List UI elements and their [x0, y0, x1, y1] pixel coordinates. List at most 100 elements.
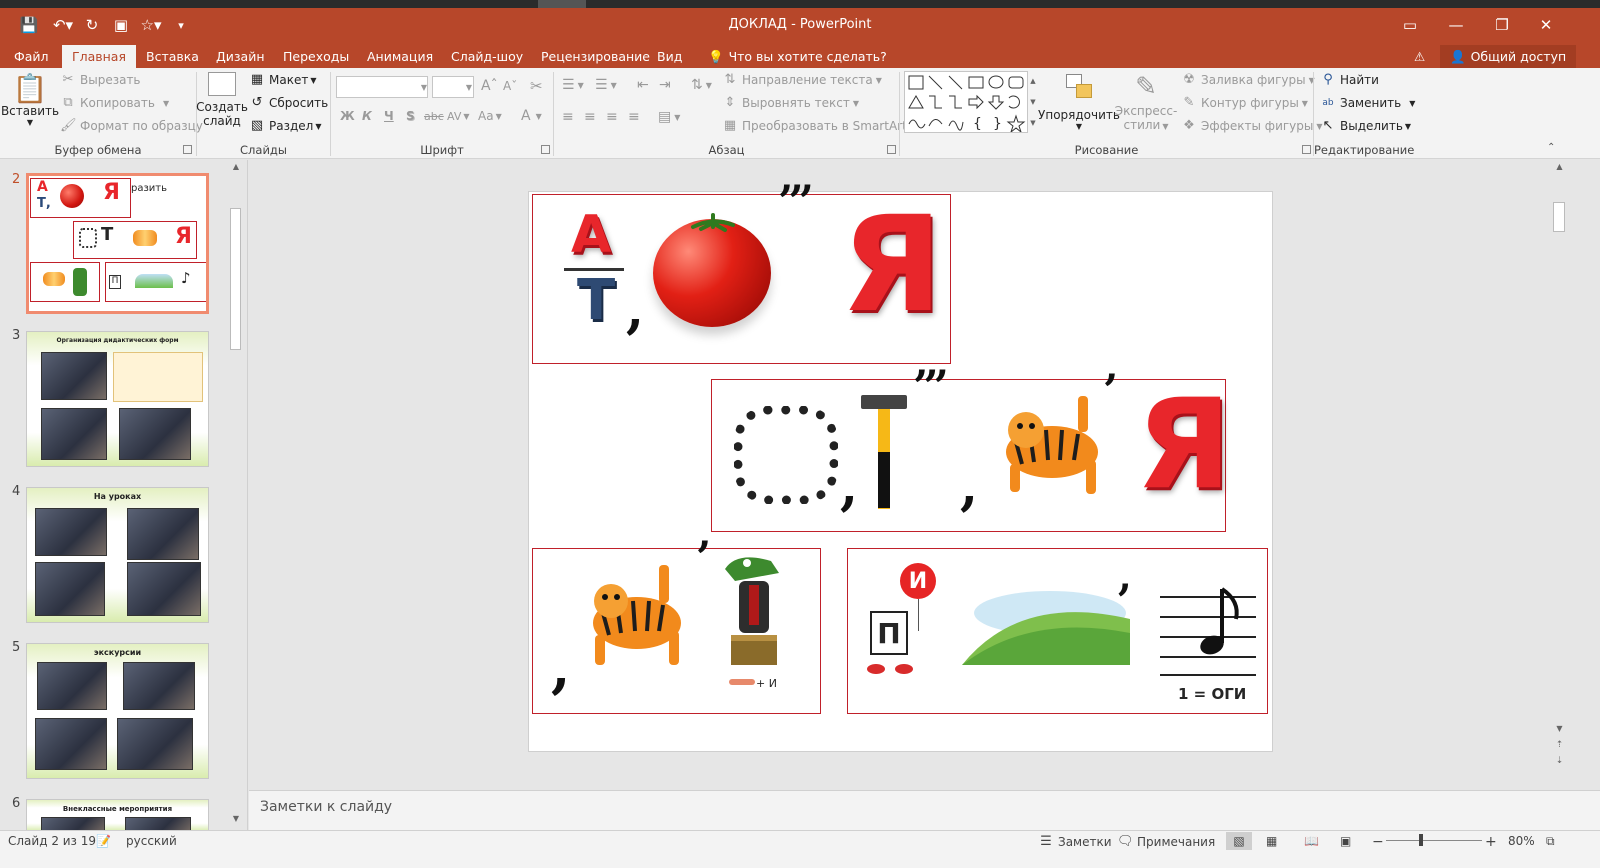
font-launcher-icon[interactable] — [541, 145, 550, 154]
picture-box-1[interactable]: А Т , ʼʼʼ Я — [532, 177, 951, 364]
share-button[interactable]: 👤 Общий доступ — [1440, 45, 1577, 68]
new-slide-button[interactable]: Создать слайд — [196, 72, 248, 140]
thumbnails-scrollbar[interactable]: ▲ ▼ — [228, 160, 244, 832]
font-color-button[interactable]: A ▼ — [521, 108, 542, 124]
chevron-down-icon[interactable]: ▼ — [1553, 724, 1566, 733]
char-spacing-button[interactable]: AV ▼ — [447, 110, 470, 123]
font-grow-icon[interactable]: Aˆ — [481, 78, 498, 94]
tab-transitions[interactable]: Переходы — [273, 45, 359, 68]
slide-sorter-icon[interactable]: ▦ — [1266, 834, 1277, 848]
reading-view-icon[interactable]: 📖 — [1304, 834, 1319, 848]
align-left-icon[interactable]: ≡ — [562, 109, 574, 125]
cut-button[interactable]: ✂ Вырезать — [60, 72, 141, 88]
format-painter-button[interactable]: 🖌 Формат по образцу — [60, 118, 203, 134]
ribbon-display-icon[interactable]: ▭ — [1390, 12, 1430, 38]
paste-button[interactable]: 📋 Вставить ▼ — [1, 74, 59, 134]
drawing-launcher-icon[interactable] — [1302, 145, 1311, 154]
slide-canvas[interactable]: А Т , ʼʼʼ Я , ʼʼʼ , ʼ Я , ʼ + И И П , 1 … — [528, 177, 1273, 752]
close-button[interactable]: ✕ — [1526, 12, 1566, 38]
chevron-up-icon[interactable]: ▲ — [230, 162, 242, 171]
find-button[interactable]: ⚲ Найти — [1320, 72, 1379, 88]
strikethrough-button[interactable]: abc — [424, 110, 444, 123]
zoom-in-button[interactable]: + — [1485, 834, 1497, 850]
tab-review[interactable]: Рецензирование — [531, 45, 660, 68]
editor-scrollbar[interactable]: ▲ ▼ ⇡ ⇣ — [1551, 160, 1568, 790]
shape-fill-button[interactable]: ☢ Заливка фигуры ▼ — [1181, 72, 1315, 88]
collapse-ribbon-icon[interactable]: ⌃ — [1547, 142, 1555, 153]
thumbnail-slide-5[interactable]: экскурсии — [26, 643, 209, 779]
clear-format-icon[interactable]: ✂ — [530, 77, 543, 95]
next-slide-icon[interactable]: ⇣ — [1553, 756, 1566, 766]
tab-insert[interactable]: Вставка — [136, 45, 209, 68]
maximize-button[interactable]: ❐ — [1482, 12, 1522, 38]
chevron-up-icon[interactable]: ▲ — [1553, 162, 1566, 171]
slideshow-view-icon[interactable]: ▣ — [1340, 834, 1351, 848]
font-name-box[interactable] — [336, 76, 428, 98]
section-button[interactable]: ▧ Раздел ▼ — [249, 118, 322, 134]
decrease-indent-icon[interactable]: ⇤ — [637, 77, 649, 93]
tab-home[interactable]: Главная — [62, 45, 136, 68]
columns-icon[interactable]: ▤ ▼ — [658, 109, 680, 125]
thumbnail-slide-4[interactable]: На уроках — [26, 487, 209, 623]
increase-indent-icon[interactable]: ⇥ — [659, 77, 671, 93]
picture-box-3[interactable]: , ʼ + И — [532, 533, 821, 714]
copy-button[interactable]: ⧉ Копировать ▼ — [60, 95, 169, 111]
change-case-button[interactable]: Aa ▼ — [478, 109, 502, 123]
tab-animations[interactable]: Анимация — [357, 45, 443, 68]
editor-scroll-thumb[interactable] — [1553, 202, 1565, 232]
select-button[interactable]: ↖ Выделить ▼ — [1320, 118, 1412, 134]
quick-styles-button[interactable]: ✎ Экспресс- стили ▼ — [1115, 72, 1178, 140]
shapes-scroll[interactable]: ▲ ▼ ▼ — [1029, 71, 1037, 133]
thumbnail-slide-6[interactable]: Внеклассные мероприятия — [26, 799, 209, 832]
bullets-icon[interactable]: ☰ ▼ — [562, 77, 584, 93]
thumbnail-slide-2[interactable]: А Т, Я разить Т Я П ♪ — [26, 173, 209, 314]
shadow-button[interactable]: S — [406, 109, 415, 123]
language-indicator[interactable]: русский — [126, 834, 177, 848]
notes-toggle-button[interactable]: ☰ Заметки — [1038, 834, 1111, 850]
align-right-icon[interactable]: ≡ — [606, 109, 618, 125]
thumbnails-scroll-thumb[interactable] — [230, 208, 241, 350]
smartart-button[interactable]: ▦Преобразовать в SmartArt▼ — [722, 118, 916, 134]
shape-outline-button[interactable]: ✎ Контур фигуры ▼ — [1181, 95, 1308, 111]
reset-button[interactable]: ↺ Сбросить — [249, 95, 329, 111]
chevron-down-icon[interactable]: ▼ — [230, 814, 242, 823]
paragraph-launcher-icon[interactable] — [887, 145, 896, 154]
tab-design[interactable]: Дизайн — [206, 45, 275, 68]
chevron-down-icon[interactable]: ▼ — [418, 76, 430, 98]
zoom-slider-track[interactable] — [1386, 840, 1482, 841]
thumbnail-slide-3[interactable]: Организация дидактических форм — [26, 331, 209, 467]
font-shrink-icon[interactable]: Aˇ — [503, 79, 517, 93]
minimize-button[interactable]: — — [1436, 12, 1476, 38]
underline-button[interactable]: Ч — [384, 109, 394, 123]
arrange-button[interactable]: Упорядочить ▼ — [1038, 72, 1120, 140]
tab-slideshow[interactable]: Слайд-шоу — [441, 45, 533, 68]
picture-box-2[interactable]: , ʼʼʼ , ʼ Я — [711, 362, 1231, 532]
layout-button[interactable]: ▦ Макет ▼ — [249, 72, 317, 88]
tell-me-box[interactable]: 💡 Что вы хотите сделать? — [698, 45, 897, 68]
spellcheck-icon[interactable]: 📝 — [96, 834, 111, 848]
align-center-icon[interactable]: ≡ — [584, 109, 596, 125]
shape-effects-button[interactable]: ❖ Эффекты фигуры ▼ — [1181, 118, 1322, 134]
chevron-down-icon[interactable]: ▼ — [463, 76, 475, 98]
normal-view-icon[interactable]: ▧ — [1226, 832, 1252, 850]
tab-view[interactable]: Вид — [647, 45, 692, 68]
clipboard-launcher-icon[interactable] — [183, 145, 192, 154]
picture-box-4[interactable]: И П , 1 = ОГИ — [847, 548, 1268, 714]
replace-button[interactable]: ab Заменить ▼ — [1320, 95, 1415, 111]
comments-toggle-button[interactable]: 🗨 Примечания — [1117, 834, 1215, 850]
align-text-button[interactable]: ⇕ Выровнять текст ▼ — [722, 95, 860, 111]
italic-button[interactable]: К — [362, 109, 372, 123]
zoom-level[interactable]: 80% — [1508, 834, 1535, 848]
fit-to-window-icon[interactable]: ⧉ — [1546, 834, 1555, 849]
previous-slide-icon[interactable]: ⇡ — [1553, 740, 1566, 750]
justify-icon[interactable]: ≡ — [628, 109, 640, 125]
bold-button[interactable]: Ж — [340, 109, 355, 123]
shapes-gallery[interactable]: { } — [904, 71, 1028, 134]
text-direction-button[interactable]: ⇅ Направление текста ▼ — [722, 72, 882, 88]
numbering-icon[interactable]: ☰ ▼ — [595, 77, 617, 93]
notes-pane[interactable]: Заметки к слайду — [249, 790, 1600, 830]
zoom-out-button[interactable]: − — [1372, 834, 1384, 850]
tab-file[interactable]: Файл — [4, 45, 59, 68]
line-spacing-icon[interactable]: ⇅ ▼ — [691, 77, 712, 93]
warning-icon[interactable]: ⚠ — [1404, 45, 1435, 68]
